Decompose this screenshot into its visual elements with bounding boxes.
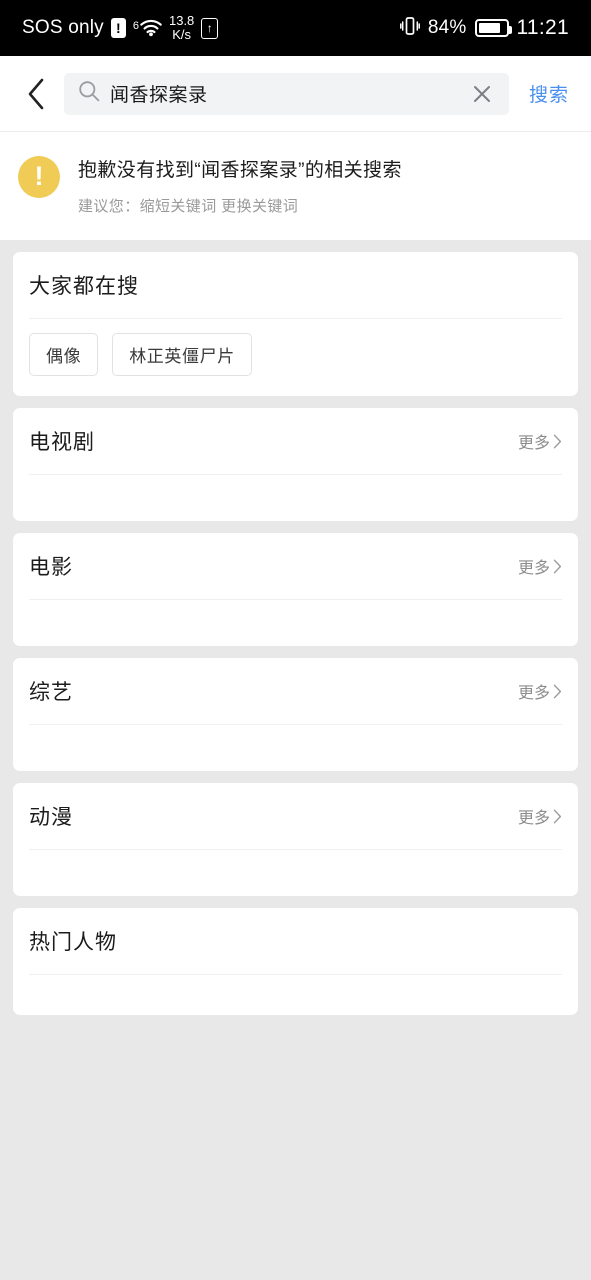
card-body bbox=[29, 600, 562, 646]
clock-label: 11:21 bbox=[516, 16, 569, 39]
status-bar-left: SOS only ! 6 13.8 K/s ↑ bbox=[22, 14, 219, 41]
upload-arrow-icon: ↑ bbox=[201, 17, 219, 39]
status-bar-right: 84% 11:21 bbox=[399, 15, 569, 42]
more-link[interactable]: 更多 bbox=[518, 804, 562, 828]
more-label: 更多 bbox=[517, 560, 550, 577]
more-link[interactable]: 更多 bbox=[518, 429, 562, 453]
card-header: 大家都在搜 bbox=[29, 252, 562, 318]
card-category-people: 热门人物 bbox=[13, 908, 578, 1015]
chevron-right-icon bbox=[553, 559, 562, 573]
vibrate-icon bbox=[399, 15, 420, 42]
battery-icon bbox=[474, 19, 512, 37]
trending-tag[interactable]: 林正英僵尸片 bbox=[112, 333, 252, 376]
carrier-label: SOS only bbox=[22, 17, 104, 38]
close-icon bbox=[473, 85, 490, 102]
chevron-right-icon bbox=[553, 684, 562, 698]
trending-tag-list: 偶像 林正英僵尸片 bbox=[29, 319, 562, 396]
card-title: 热门人物 bbox=[29, 931, 117, 954]
clear-search-button[interactable] bbox=[469, 81, 495, 107]
warning-icon-glyph: ! bbox=[34, 160, 44, 191]
card-header: 综艺 更多 bbox=[29, 658, 562, 724]
more-label: 更多 bbox=[517, 435, 550, 452]
card-body bbox=[29, 725, 562, 771]
no-results-notice: ! 抱歉没有找到“闻香探案录”的相关搜索 建议您：缩短关键词 更换关键词 bbox=[0, 132, 591, 240]
no-results-text: 抱歉没有找到“闻香探案录”的相关搜索 建议您：缩短关键词 更换关键词 bbox=[78, 154, 402, 216]
more-label: 更多 bbox=[517, 685, 550, 702]
search-query-text[interactable]: 闻香探案录 bbox=[110, 80, 469, 107]
battery-fill bbox=[478, 23, 501, 33]
card-header: 电视剧 更多 bbox=[29, 408, 562, 474]
more-link[interactable]: 更多 bbox=[518, 679, 562, 703]
card-header: 热门人物 bbox=[29, 908, 562, 974]
alert-badge-icon: ! bbox=[110, 18, 126, 38]
card-category-anime: 动漫 更多 bbox=[13, 783, 578, 896]
chevron-left-icon bbox=[28, 78, 44, 109]
card-body bbox=[29, 850, 562, 896]
wifi-generation-label: 6 bbox=[132, 19, 139, 32]
card-body bbox=[29, 475, 562, 521]
card-category-tv: 电视剧 更多 bbox=[13, 408, 578, 521]
card-category-movie: 电影 更多 bbox=[13, 533, 578, 646]
network-speed-unit: K/s bbox=[172, 27, 192, 42]
network-speed: 13.8 K/s bbox=[169, 14, 194, 41]
search-input[interactable]: 闻香探案录 bbox=[64, 72, 509, 115]
search-submit-button[interactable]: 搜索 bbox=[509, 80, 575, 107]
wifi-icon: 6 bbox=[133, 19, 162, 38]
trending-tag[interactable]: 偶像 bbox=[29, 333, 99, 376]
status-bar: SOS only ! 6 13.8 K/s ↑ 84% 11:21 bbox=[0, 0, 591, 56]
back-button[interactable] bbox=[16, 73, 58, 115]
card-trending-searches: 大家都在搜 偶像 林正英僵尸片 bbox=[13, 252, 578, 396]
search-header: 闻香探案录 搜索 bbox=[0, 56, 591, 132]
card-header: 电影 更多 bbox=[29, 533, 562, 599]
no-results-suggestion: 建议您：缩短关键词 更换关键词 bbox=[78, 198, 299, 215]
card-title: 大家都在搜 bbox=[29, 275, 139, 298]
card-title: 电视剧 bbox=[29, 431, 95, 454]
card-header: 动漫 更多 bbox=[29, 783, 562, 849]
card-body bbox=[29, 975, 562, 1015]
card-title: 电影 bbox=[29, 556, 73, 579]
no-results-title: 抱歉没有找到“闻香探案录”的相关搜索 bbox=[78, 160, 402, 181]
card-category-variety: 综艺 更多 bbox=[13, 658, 578, 771]
chevron-right-icon bbox=[553, 809, 562, 823]
content-scroll-area[interactable]: 大家都在搜 偶像 林正英僵尸片 电视剧 更多 电影 更多 综艺 更多 动漫 更多… bbox=[0, 240, 591, 1015]
card-title: 综艺 bbox=[29, 681, 73, 704]
battery-percent-label: 84% bbox=[427, 17, 467, 38]
more-link[interactable]: 更多 bbox=[518, 554, 562, 578]
network-speed-value: 13.8 bbox=[168, 13, 195, 29]
chevron-right-icon bbox=[553, 434, 562, 448]
card-title: 动漫 bbox=[29, 806, 73, 829]
warning-icon: ! bbox=[18, 156, 60, 198]
search-icon bbox=[78, 80, 100, 107]
more-label: 更多 bbox=[517, 810, 550, 827]
